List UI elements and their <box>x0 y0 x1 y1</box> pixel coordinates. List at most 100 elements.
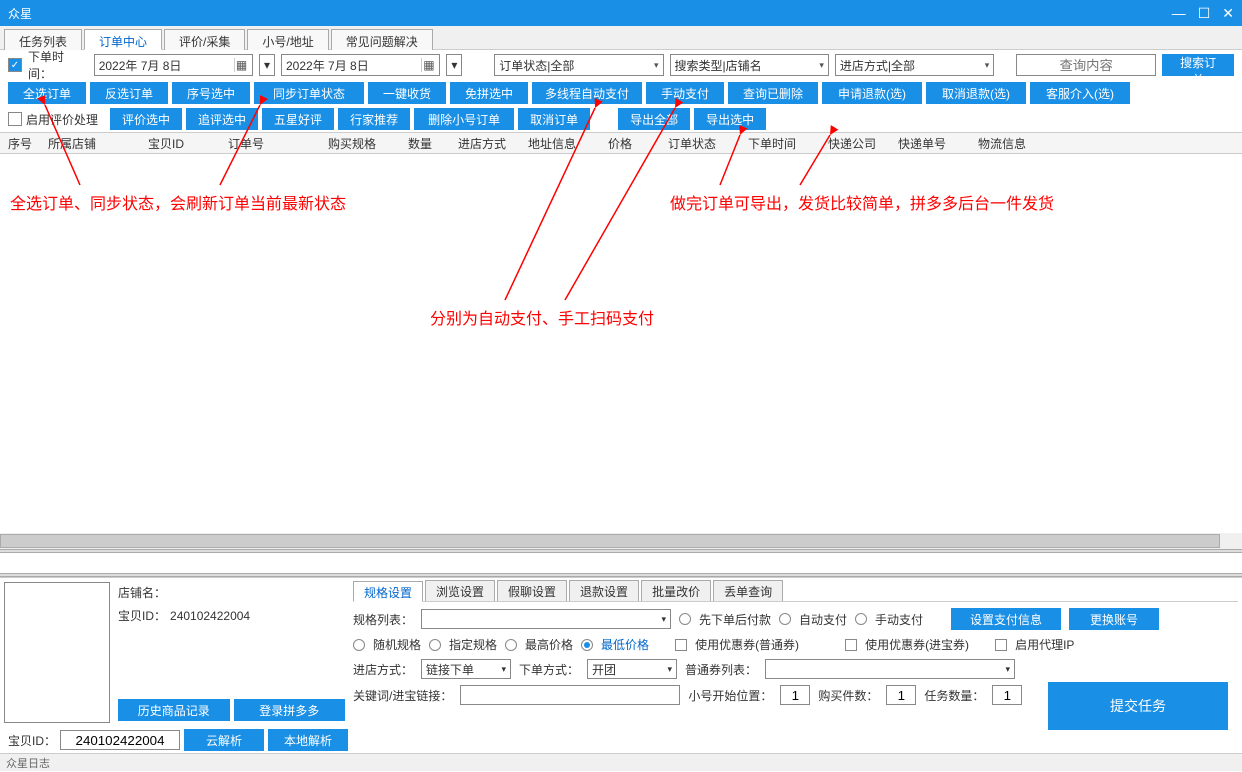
order-type-label: 下单方式： <box>519 661 579 678</box>
spec-list-label: 规格列表： <box>353 611 413 628</box>
keyword-input[interactable] <box>460 685 680 705</box>
radio-max-price[interactable] <box>505 639 517 651</box>
chevron-down-icon: ▾ <box>501 664 506 675</box>
cs-intervene-button[interactable]: 客服介入(选) <box>1030 82 1130 104</box>
sub-tab-refund[interactable]: 退款设置 <box>569 580 639 601</box>
window-controls: — ☐ ✕ <box>1172 5 1234 22</box>
minimize-icon[interactable]: — <box>1172 5 1186 22</box>
proxy-checkbox[interactable] <box>995 639 1007 651</box>
tab-order-center[interactable]: 订单中心 <box>84 29 162 50</box>
item-id-value: 240102422004 <box>170 609 250 623</box>
chevron-down-icon: ▾ <box>654 60 659 71</box>
radio-manual-pay-label: 手动支付 <box>875 611 923 628</box>
export-all-button[interactable]: 导出全部 <box>618 108 690 130</box>
coupon-list-select[interactable]: ▾ <box>765 659 1015 679</box>
tab-review[interactable]: 评价/采集 <box>164 29 245 50</box>
toolbar-1: 全选订单 反选订单 序号选中 同步订单状态 一键收货 免拼选中 多线程自动支付 … <box>0 80 1242 106</box>
review-selected-button[interactable]: 评价选中 <box>110 108 182 130</box>
sync-status-button[interactable]: 同步订单状态 <box>254 82 364 104</box>
enable-review-checkbox[interactable] <box>8 112 22 126</box>
order-status-combo[interactable]: 订单状态|全部 ▾ <box>494 54 663 76</box>
review-append-button[interactable]: 追评选中 <box>186 108 258 130</box>
invert-select-button[interactable]: 反选订单 <box>90 82 168 104</box>
sub-tab-chat[interactable]: 假聊设置 <box>497 580 567 601</box>
free-group-button[interactable]: 免拼选中 <box>450 82 528 104</box>
login-pdd-button[interactable]: 登录拼多多 <box>234 699 346 721</box>
tab-accounts[interactable]: 小号/地址 <box>247 29 328 50</box>
date-to-picker[interactable]: 2022年 7月 8日 ▦ <box>281 54 440 76</box>
task-count-input[interactable] <box>992 685 1022 705</box>
select-by-index-button[interactable]: 序号选中 <box>172 82 250 104</box>
entry-combo[interactable]: 进店方式|全部 ▾ <box>835 54 994 76</box>
close-icon[interactable]: ✕ <box>1222 5 1234 22</box>
spec-list-select[interactable]: ▾ <box>421 609 671 629</box>
coupon2-checkbox[interactable] <box>845 639 857 651</box>
auto-pay-button[interactable]: 多线程自动支付 <box>532 82 642 104</box>
time-checkbox[interactable]: ✓ <box>8 58 22 72</box>
radio-fixed-spec-label: 指定规格 <box>449 636 497 653</box>
entry-select[interactable]: 链接下单▾ <box>421 659 511 679</box>
horizontal-scrollbar[interactable] <box>0 533 1242 549</box>
manual-pay-button[interactable]: 手动支付 <box>646 82 724 104</box>
coupon2-label: 使用优惠券(进宝券) <box>865 636 969 653</box>
five-star-button[interactable]: 五星好评 <box>262 108 334 130</box>
search-input[interactable] <box>1016 54 1156 76</box>
expert-recommend-button[interactable]: 行家推荐 <box>338 108 410 130</box>
change-account-button[interactable]: 更换账号 <box>1069 608 1159 630</box>
sub-tab-batch-price[interactable]: 批量改价 <box>641 580 711 601</box>
coupon1-checkbox[interactable] <box>675 639 687 651</box>
radio-order-first-label: 先下单后付款 <box>699 611 771 628</box>
dropdown-icon[interactable]: ▾ <box>446 54 462 76</box>
search-type-text: 搜索类型|店铺名 <box>675 57 762 74</box>
shop-label: 店铺名： <box>118 584 166 601</box>
select-all-button[interactable]: 全选订单 <box>8 82 86 104</box>
query-deleted-button[interactable]: 查询已删除 <box>728 82 818 104</box>
submit-task-button[interactable]: 提交任务 <box>1048 682 1228 730</box>
sub-tab-spec[interactable]: 规格设置 <box>353 581 423 602</box>
radio-manual-pay[interactable] <box>855 613 867 625</box>
maximize-icon[interactable]: ☐ <box>1198 5 1211 22</box>
radio-order-first[interactable] <box>679 613 691 625</box>
scrollbar-thumb[interactable] <box>0 534 1220 548</box>
footer-item-input[interactable] <box>60 730 180 750</box>
calendar-icon[interactable]: ▦ <box>421 58 435 72</box>
cancel-order-button[interactable]: 取消订单 <box>518 108 590 130</box>
local-parse-button[interactable]: 本地解析 <box>268 729 348 751</box>
radio-min-price[interactable] <box>581 639 593 651</box>
tab-task-list[interactable]: 任务列表 <box>4 29 82 50</box>
th-shop: 所属店铺 <box>48 135 148 152</box>
sub-tab-lost[interactable]: 丢单查询 <box>713 580 783 601</box>
one-click-receive-button[interactable]: 一键收货 <box>368 82 446 104</box>
radio-fixed-spec[interactable] <box>429 639 441 651</box>
buy-count-label: 购买件数： <box>818 687 878 704</box>
coupon-list-label: 普通券列表： <box>685 661 757 678</box>
sub-tab-browse[interactable]: 浏览设置 <box>425 580 495 601</box>
history-button[interactable]: 历史商品记录 <box>118 699 230 721</box>
delete-subacct-order-button[interactable]: 删除小号订单 <box>414 108 514 130</box>
image-placeholder <box>4 582 110 723</box>
apply-refund-button[interactable]: 申请退款(选) <box>822 82 922 104</box>
chevron-down-icon: ▾ <box>985 60 990 71</box>
dropdown-icon[interactable]: ▾ <box>259 54 275 76</box>
search-button[interactable]: 搜索订单 <box>1162 54 1234 76</box>
radio-random-spec[interactable] <box>353 639 365 651</box>
cloud-parse-button[interactable]: 云解析 <box>184 729 264 751</box>
buy-count-input[interactable] <box>886 685 916 705</box>
radio-max-price-label: 最高价格 <box>525 636 573 653</box>
set-pay-button[interactable]: 设置支付信息 <box>951 608 1061 630</box>
th-price: 价格 <box>608 135 668 152</box>
th-logistics: 物流信息 <box>978 135 1058 152</box>
start-pos-input[interactable] <box>780 685 810 705</box>
export-selected-button[interactable]: 导出选中 <box>694 108 766 130</box>
cancel-refund-button[interactable]: 取消退款(选) <box>926 82 1026 104</box>
search-type-combo[interactable]: 搜索类型|店铺名 ▾ <box>670 54 829 76</box>
calendar-icon[interactable]: ▦ <box>234 58 248 72</box>
tab-faq[interactable]: 常见问题解决 <box>331 29 433 50</box>
radio-auto-pay[interactable] <box>779 613 791 625</box>
bottom-panel: 店铺名： 宝贝ID：240102422004 历史商品记录 登录拼多多 规格设置… <box>0 577 1242 727</box>
sub-tabs: 规格设置 浏览设置 假聊设置 退款设置 批量改价 丢单查询 <box>353 580 1238 602</box>
date-from-picker[interactable]: 2022年 7月 8日 ▦ <box>94 54 253 76</box>
th-order-no: 订单号 <box>228 135 328 152</box>
order-type-select[interactable]: 开团▾ <box>587 659 677 679</box>
status-bar: 众星日志 <box>0 753 1242 771</box>
